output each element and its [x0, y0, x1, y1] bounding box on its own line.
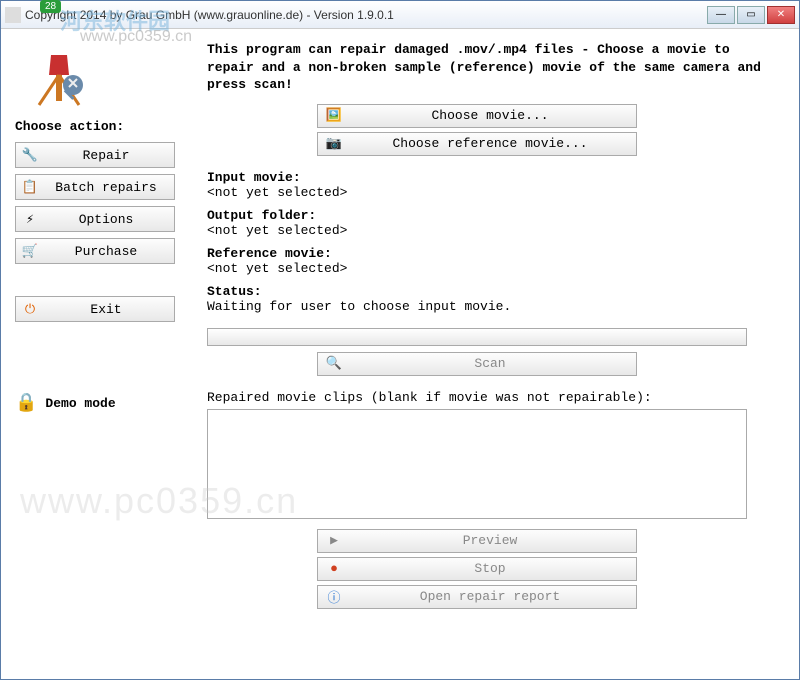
batch-label: Batch repairs: [44, 180, 168, 195]
magnifier-icon: 🔍: [326, 356, 342, 372]
reference-movie-label: Reference movie:: [207, 246, 773, 261]
picture-icon: 🖼️: [326, 108, 342, 124]
lock-icon: 🔒: [15, 392, 37, 414]
maximize-button[interactable]: ▭: [737, 6, 765, 24]
stop-button[interactable]: ● Stop: [317, 557, 637, 581]
input-movie-value: <not yet selected>: [207, 185, 773, 200]
info-icon: ⓘ: [326, 589, 342, 605]
options-label: Options: [44, 212, 168, 227]
options-button[interactable]: ⚡ Options: [15, 206, 175, 232]
output-folder-label: Output folder:: [207, 208, 773, 223]
app-icon: [5, 7, 21, 23]
wrench-icon: 🔧: [22, 147, 38, 163]
choose-movie-button[interactable]: 🖼️ Choose movie...: [317, 104, 637, 128]
choose-reference-button[interactable]: 📷 Choose reference movie...: [317, 132, 637, 156]
exit-label: Exit: [44, 302, 168, 317]
purchase-label: Purchase: [44, 244, 168, 259]
camera-icon: 📷: [326, 136, 342, 152]
batch-icon: 📋: [22, 179, 38, 195]
sidebar-heading: Choose action:: [15, 119, 187, 134]
batch-repairs-button[interactable]: 📋 Batch repairs: [15, 174, 175, 200]
lightning-icon: ⚡: [22, 211, 38, 227]
choose-ref-label: Choose reference movie...: [352, 136, 628, 151]
input-movie-label: Input movie:: [207, 170, 773, 185]
report-label: Open repair report: [352, 589, 628, 604]
preview-button[interactable]: ▶ Preview: [317, 529, 637, 553]
cart-icon: 🛒: [22, 243, 38, 259]
preview-label: Preview: [352, 533, 628, 548]
window-title: Copyright 2014 by Grau GmbH (www.grauonl…: [25, 8, 707, 22]
main-panel: This program can repair damaged .mov/.mp…: [201, 29, 799, 679]
stop-icon: ●: [326, 561, 342, 577]
demo-mode-indicator: 🔒 Demo mode: [15, 392, 187, 414]
stop-label: Stop: [352, 561, 628, 576]
reference-movie-value: <not yet selected>: [207, 261, 773, 276]
progress-bar: [207, 328, 747, 346]
repair-label: Repair: [44, 148, 168, 163]
sidebar: Choose action: 🔧 Repair 📋 Batch repairs …: [1, 29, 201, 679]
repair-button[interactable]: 🔧 Repair: [15, 142, 175, 168]
purchase-button[interactable]: 🛒 Purchase: [15, 238, 175, 264]
status-value: Waiting for user to choose input movie.: [207, 299, 773, 314]
app-window: Copyright 2014 by Grau GmbH (www.grauonl…: [0, 0, 800, 680]
status-label: Status:: [207, 284, 773, 299]
minimize-button[interactable]: —: [707, 6, 735, 24]
demo-label: Demo mode: [45, 396, 115, 411]
repaired-clips-list[interactable]: [207, 409, 747, 519]
close-button[interactable]: ✕: [767, 6, 795, 24]
play-icon: ▶: [326, 533, 342, 549]
tab-count-badge: 28: [40, 0, 61, 13]
titlebar: Copyright 2014 by Grau GmbH (www.grauonl…: [1, 1, 799, 29]
repaired-list-label: Repaired movie clips (blank if movie was…: [207, 390, 773, 405]
power-icon: ⏻: [22, 301, 38, 317]
scan-label: Scan: [352, 356, 628, 371]
output-folder-value: <not yet selected>: [207, 223, 773, 238]
open-report-button[interactable]: ⓘ Open repair report: [317, 585, 637, 609]
scan-button[interactable]: 🔍 Scan: [317, 352, 637, 376]
app-logo: [29, 45, 89, 109]
choose-movie-label: Choose movie...: [352, 108, 628, 123]
exit-button[interactable]: ⏻ Exit: [15, 296, 175, 322]
intro-text: This program can repair damaged .mov/.mp…: [207, 41, 773, 94]
